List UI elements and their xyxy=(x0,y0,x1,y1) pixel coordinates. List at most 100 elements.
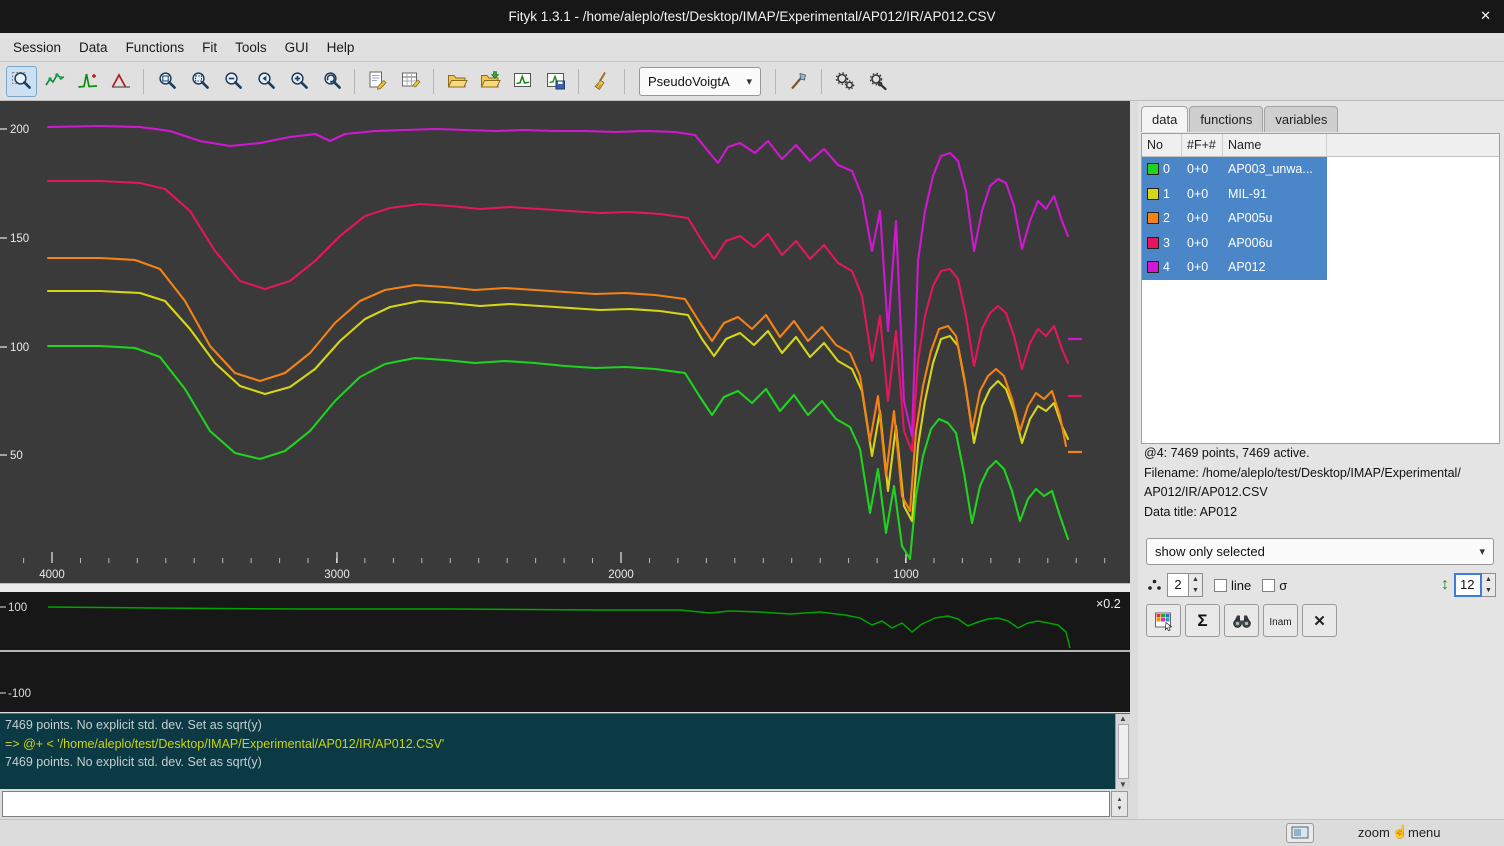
dataset-number: 3 xyxy=(1163,236,1170,250)
console-scrollbar[interactable]: ▲ ▼ xyxy=(1115,714,1130,789)
clear-sweep-button[interactable] xyxy=(586,66,617,97)
show-filter-select[interactable]: show only selected ▾ xyxy=(1146,538,1494,565)
point-size-up[interactable]: ▲ xyxy=(1189,574,1202,585)
dataset-name: MIL-91 xyxy=(1223,182,1327,207)
data-row[interactable]: 1 0+0 MIL-91 xyxy=(1142,182,1499,207)
dataset-color-swatch xyxy=(1147,212,1159,224)
fityk-window: Fityk 1.3.1 - /home/aleplo/test/Desktop/… xyxy=(0,0,1504,846)
scroll-up-icon[interactable]: ▲ xyxy=(1119,714,1127,723)
console-output: 7469 points. No explicit std. dev. Set a… xyxy=(0,713,1130,789)
filter-value: show only selected xyxy=(1155,544,1265,559)
zoom-in-button[interactable] xyxy=(283,66,314,97)
shift-up[interactable]: ▲ xyxy=(1482,574,1495,585)
sidebar-tabs: datafunctionsvariables xyxy=(1141,106,1339,132)
console-line: 7469 points. No explicit std. dev. Set a… xyxy=(5,753,1125,772)
data-table-button[interactable] xyxy=(395,66,426,97)
function-type-select[interactable]: PseudoVoigtA▾ xyxy=(639,67,761,96)
data-row[interactable]: 3 0+0 AP006u xyxy=(1142,231,1499,256)
sum-button[interactable]: Σ xyxy=(1185,604,1220,637)
line-checkbox-box[interactable] xyxy=(1214,579,1227,592)
sigma-checkbox-label: σ xyxy=(1279,578,1287,593)
view-grid-icon xyxy=(1154,611,1174,631)
zoom-all-button[interactable] xyxy=(151,66,182,97)
save-session-button[interactable] xyxy=(507,66,538,97)
export-image-button[interactable] xyxy=(540,66,571,97)
column-header-no[interactable]: No xyxy=(1142,134,1182,156)
open-data-button[interactable] xyxy=(441,66,472,97)
point-size-down[interactable]: ▼ xyxy=(1189,585,1202,596)
status-menu-hint: menu xyxy=(1408,825,1441,840)
dataset-info-line: Filename: /home/aleplo/test/Desktop/IMAP… xyxy=(1144,464,1498,484)
menu-fit[interactable]: Fit xyxy=(193,35,226,60)
zoom-reset-icon xyxy=(321,70,343,92)
zoom-mode-button[interactable] xyxy=(6,66,37,97)
sigma-checkbox[interactable]: σ xyxy=(1262,578,1287,593)
zoom-previous-button[interactable] xyxy=(250,66,281,97)
menu-session[interactable]: Session xyxy=(4,35,70,60)
dataset-row-spacer xyxy=(1327,182,1499,207)
add-function-mode-button[interactable] xyxy=(105,66,136,97)
panel-splitter[interactable] xyxy=(1130,101,1138,819)
dataset-number: 0 xyxy=(1163,162,1170,176)
scrollbar-thumb[interactable] xyxy=(1118,724,1129,779)
line-checkbox[interactable]: line xyxy=(1214,578,1251,593)
column-header-functions[interactable]: #F+# xyxy=(1182,134,1223,156)
hand-cursor-icon: ☝ xyxy=(1392,824,1408,840)
line-checkbox-label: line xyxy=(1231,578,1251,593)
aux-bottom-label: -100 xyxy=(8,688,31,700)
menu-help[interactable]: Help xyxy=(318,35,364,60)
zoom-out-button[interactable] xyxy=(217,66,248,97)
data-row[interactable]: 4 0+0 AP012 xyxy=(1142,255,1499,280)
spin-down-icon[interactable]: ▾ xyxy=(1118,804,1122,813)
sigma-checkbox-box[interactable] xyxy=(1262,579,1275,592)
x-tick-label: 2000 xyxy=(608,569,634,581)
data-list-header: No #F+# Name xyxy=(1142,134,1499,157)
open-data-icon xyxy=(446,70,468,92)
command-input[interactable] xyxy=(2,791,1110,817)
rename-button[interactable]: Inam xyxy=(1263,604,1298,637)
main-plot-svg: 400030002000100020015010050 xyxy=(0,101,1130,583)
residual-curve xyxy=(48,607,1070,648)
main-plot[interactable]: 400030002000100020015010050 xyxy=(0,101,1130,583)
shift-down[interactable]: ▼ xyxy=(1482,585,1495,596)
delete-button[interactable]: ✕ xyxy=(1302,604,1337,637)
menu-functions[interactable]: Functions xyxy=(117,35,194,60)
view-grid-button[interactable] xyxy=(1146,604,1181,637)
tab-functions[interactable]: functions xyxy=(1189,106,1263,132)
x-tick-label: 4000 xyxy=(39,569,65,581)
data-row[interactable]: 2 0+0 AP005u xyxy=(1142,206,1499,231)
tab-data[interactable]: data xyxy=(1141,106,1188,132)
fit-settings-button[interactable] xyxy=(862,66,893,97)
auto-add-button[interactable] xyxy=(783,66,814,97)
zoom-reset-button[interactable] xyxy=(316,66,347,97)
tab-variables[interactable]: variables xyxy=(1264,106,1338,132)
open-script-button[interactable] xyxy=(474,66,505,97)
add-peak-mode-button[interactable] xyxy=(72,66,103,97)
zoom-selection-button[interactable] xyxy=(184,66,215,97)
data-edit-mode-button[interactable] xyxy=(39,66,70,97)
toolbar-separator xyxy=(775,69,776,94)
find-button[interactable] xyxy=(1224,604,1259,637)
aux-plot[interactable]: 100-100×0.2 xyxy=(0,592,1130,712)
point-size-spinner[interactable]: 2 ▲ ▼ xyxy=(1167,573,1203,597)
shift-spinner[interactable]: 12 ▲ ▼ xyxy=(1454,573,1496,597)
statusbar-panel-button[interactable] xyxy=(1286,823,1314,843)
fit-settings-icon xyxy=(867,70,889,92)
edit-script-button[interactable] xyxy=(362,66,393,97)
fit-run-button[interactable] xyxy=(829,66,860,97)
data-row[interactable]: 0 0+0 AP003_unwa... xyxy=(1142,157,1499,182)
y-tick-label: 200 xyxy=(10,124,29,136)
scroll-down-icon[interactable]: ▼ xyxy=(1119,780,1127,789)
menu-tools[interactable]: Tools xyxy=(226,35,276,60)
point-size-icon xyxy=(1146,577,1162,593)
plot-splitter[interactable] xyxy=(0,583,1130,592)
menu-data[interactable]: Data xyxy=(70,35,117,60)
spin-up-icon[interactable]: ▴ xyxy=(1118,795,1122,804)
column-header-name[interactable]: Name xyxy=(1223,134,1327,156)
dataset-number: 4 xyxy=(1163,260,1170,274)
menu-gui[interactable]: GUI xyxy=(276,35,318,60)
input-history-spin[interactable]: ▴ ▾ xyxy=(1111,791,1128,817)
close-button[interactable]: ✕ xyxy=(1480,8,1491,24)
save-session-icon xyxy=(512,70,534,92)
aux-plot-svg: 100-100×0.2 xyxy=(0,592,1130,712)
